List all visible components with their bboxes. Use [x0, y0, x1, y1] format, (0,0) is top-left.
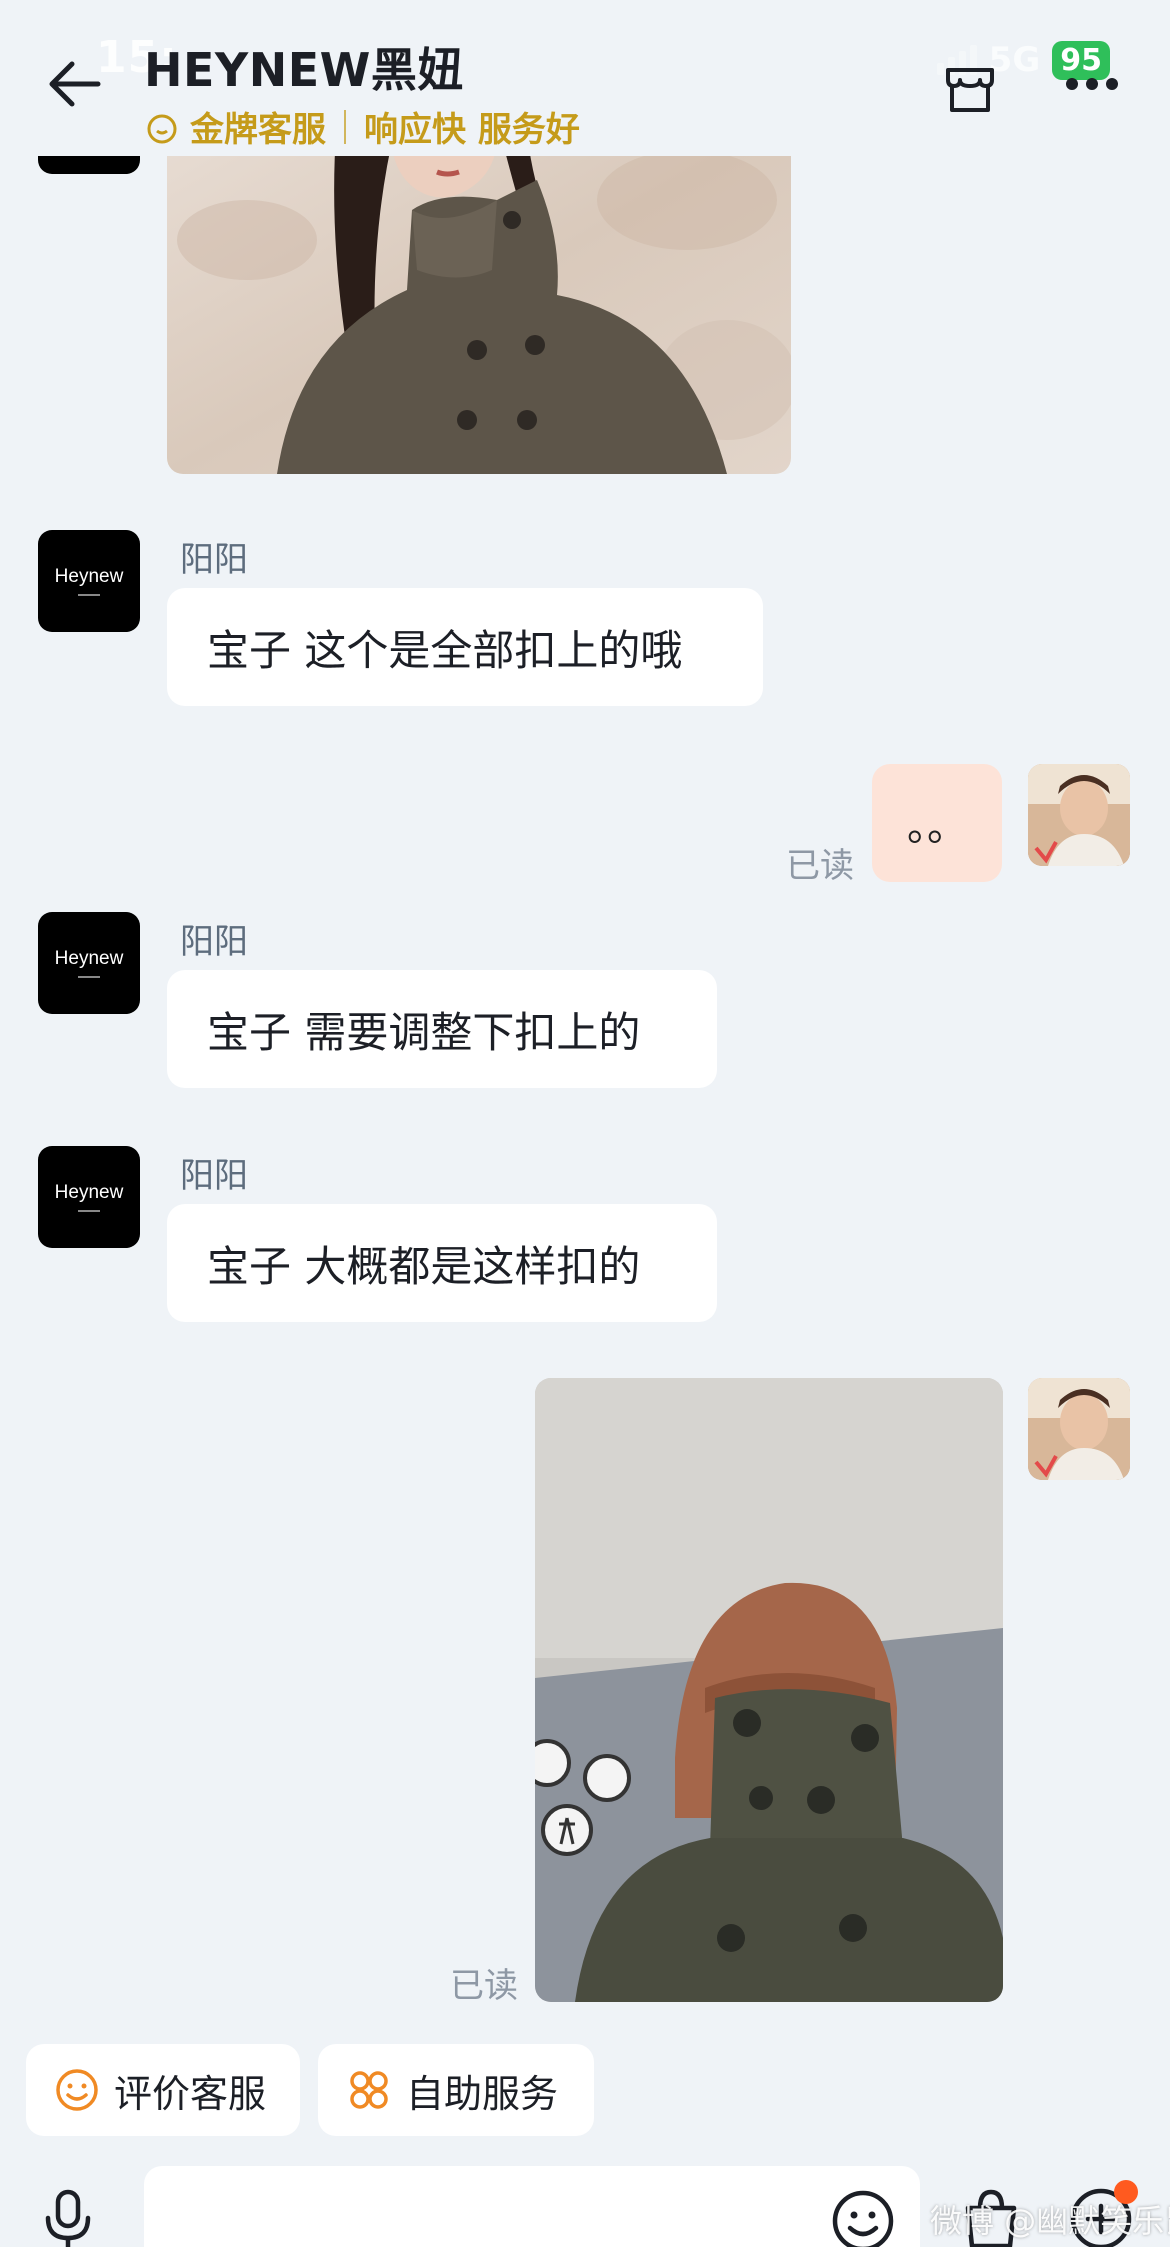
user-avatar[interactable] [1028, 1378, 1130, 1480]
sender-name: 阳阳 [180, 540, 248, 580]
self-service-label: 自助服务 [406, 2071, 559, 2116]
user-avatar[interactable] [1028, 764, 1130, 866]
rate-service-label: 评价客服 [114, 2071, 267, 2116]
read-status: 已读 [450, 1966, 518, 2006]
grid-icon [350, 2071, 388, 2109]
microphone-icon[interactable] [36, 2188, 100, 2247]
service-badge: 金牌客服 响应快 服务好 [144, 102, 580, 151]
product-image[interactable] [167, 120, 791, 474]
self-service-button[interactable]: 自助服务 [318, 2044, 594, 2136]
chat-area: Heynew 阳阳 宝子 这个是全部扣上的哦 已读 。。 Heynew 阳阳 宝… [0, 0, 1170, 2030]
back-arrow-icon[interactable] [42, 52, 106, 116]
medal-icon [147, 114, 177, 143]
divider [344, 109, 346, 144]
smile-icon [56, 2069, 98, 2111]
message-bubble[interactable]: 宝子 这个是全部扣上的哦 [167, 588, 763, 706]
sticker-message[interactable]: 。。 [872, 764, 1002, 882]
sender-name: 阳阳 [180, 1156, 248, 1196]
service-tagline: 响应快 服务好 [364, 110, 580, 150]
chat-header: 15: 5G 95 HEYNEW黑妞 金牌客服 响应快 服务好 [0, 0, 1170, 156]
emoji-icon[interactable] [830, 2188, 896, 2247]
user-photo[interactable] [535, 1378, 1003, 2002]
agent-avatar[interactable]: Heynew [38, 1146, 140, 1248]
rate-service-button[interactable]: 评价客服 [26, 2044, 300, 2136]
more-options-icon[interactable] [1066, 62, 1126, 106]
badge-label: 金牌客服 [190, 110, 326, 150]
read-status: 已读 [786, 846, 854, 886]
watermark: 微博 @幽默笑乐鼠 [930, 2202, 1170, 2240]
agent-avatar[interactable]: Heynew [38, 912, 140, 1014]
agent-avatar[interactable]: Heynew [38, 530, 140, 632]
shop-icon[interactable] [938, 56, 1002, 120]
sender-name: 阳阳 [180, 922, 248, 962]
chat-title: HEYNEW黑妞 [144, 43, 464, 97]
message-bubble[interactable]: 宝子 需要调整下扣上的 [167, 970, 717, 1088]
message-bubble[interactable]: 宝子 大概都是这样扣的 [167, 1204, 717, 1322]
message-input[interactable] [144, 2166, 920, 2247]
